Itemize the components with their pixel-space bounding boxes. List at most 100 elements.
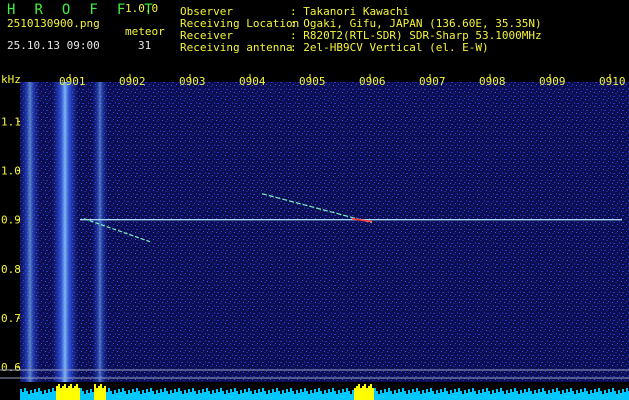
x-tick-label: 0901 (59, 75, 86, 88)
y-tick-label: 1.0 (1, 165, 21, 178)
power-bar-segment (406, 394, 408, 400)
meteor-count: 31 (138, 39, 152, 52)
power-bar-segment (468, 389, 470, 400)
power-bar-segment (130, 393, 132, 400)
power-bar-segment (410, 393, 412, 400)
waterfall-area (20, 82, 629, 382)
power-bar-segment (164, 388, 166, 400)
power-bar-segment (110, 391, 112, 400)
power-bar-segment (248, 388, 250, 400)
power-bar-segment (180, 391, 182, 400)
power-bar-segment (434, 394, 436, 400)
power-bar-segment (156, 390, 158, 400)
antenna-value: : 2el-HB9CV Vertical (el. E-W) (290, 41, 489, 54)
power-bar-segment (216, 389, 218, 400)
power-bar-segment (178, 388, 180, 400)
power-bar-segment (42, 394, 44, 400)
power-bar-segment (530, 391, 532, 400)
power-bar-segment (390, 391, 392, 400)
power-bar-segment (494, 393, 496, 400)
power-bar-segment (88, 393, 90, 400)
power-bar-segment (72, 388, 74, 400)
power-bar-segment (170, 390, 172, 400)
power-bar-segment (54, 391, 56, 400)
power-bar-segment (136, 388, 138, 400)
power-bar (20, 384, 629, 400)
power-bar-segment (50, 392, 52, 400)
power-bar-segment (202, 389, 204, 400)
power-bar-segment (112, 394, 114, 400)
power-bar-segment (32, 393, 34, 400)
power-bar-segment (326, 393, 328, 400)
power-bar-segment (404, 391, 406, 400)
power-bar-segment (612, 388, 614, 400)
power-bar-segment (152, 391, 154, 400)
power-bar-segment (186, 393, 188, 400)
y-tick-label: 0.8 (1, 263, 21, 276)
power-bar-segment (340, 393, 342, 400)
power-bar-segment (118, 389, 120, 400)
power-bar-segment (246, 392, 248, 400)
power-bar-segment (70, 384, 72, 400)
power-bar-segment (144, 393, 146, 400)
power-bar-segment (174, 389, 176, 400)
power-bar-segment (606, 393, 608, 400)
power-bar-segment (162, 392, 164, 400)
power-bar-segment (274, 392, 276, 400)
power-bar-segment (316, 392, 318, 400)
power-bar-segment (536, 393, 538, 400)
power-bar-segment (66, 388, 68, 400)
power-bar-segment (64, 384, 66, 400)
power-bar-segment (560, 394, 562, 400)
power-bar-segment (624, 392, 626, 400)
power-bar-segment (122, 388, 124, 400)
power-bar-segment (414, 392, 416, 400)
power-bar-segment (330, 392, 332, 400)
power-bar-segment (320, 391, 322, 400)
power-bar-segment (430, 388, 432, 400)
power-bar-segment (626, 388, 628, 400)
power-bar-segment (544, 391, 546, 400)
power-bar-segment (294, 394, 296, 400)
power-bar-segment (396, 393, 398, 400)
x-tick-label: 0908 (479, 75, 506, 88)
power-bar-segment (238, 394, 240, 400)
interference-band-1 (20, 82, 40, 382)
power-bar-segment (354, 388, 356, 400)
power-bar-segment (208, 391, 210, 400)
power-bar-segment (286, 389, 288, 400)
power-bar-segment (440, 389, 442, 400)
power-bar-segment (534, 390, 536, 400)
power-bar-segment (602, 394, 604, 400)
power-bar-segment (442, 392, 444, 400)
x-tick-label: 0909 (539, 75, 566, 88)
power-bar-segment (574, 394, 576, 400)
power-bar-segment (426, 389, 428, 400)
power-bar-segment (236, 391, 238, 400)
power-bar-segment (364, 384, 366, 400)
power-bar-segment (432, 391, 434, 400)
power-bar-segment (272, 389, 274, 400)
power-bar-segment (78, 388, 80, 400)
power-bar-segment (378, 394, 380, 400)
power-bar-segment (570, 388, 572, 400)
power-bar-segment (350, 394, 352, 400)
power-bar-segment (416, 388, 418, 400)
power-bar-segment (56, 386, 58, 400)
power-bar-segment (94, 384, 96, 400)
power-bar-segment (344, 392, 346, 400)
power-bar-segment (480, 393, 482, 400)
power-bar-segment (436, 390, 438, 400)
power-bar-segment (484, 392, 486, 400)
power-bar-segment (446, 391, 448, 400)
power-bar-segment (128, 390, 130, 400)
power-bar-segment (184, 390, 186, 400)
power-bar-segment (108, 388, 110, 400)
power-bar-segment (496, 389, 498, 400)
power-bar-segment (616, 394, 618, 400)
power-bar-segment (212, 390, 214, 400)
power-bar-segment (58, 384, 60, 400)
power-bar-segment (458, 388, 460, 400)
power-bar-segment (454, 389, 456, 400)
power-bar-segment (296, 390, 298, 400)
